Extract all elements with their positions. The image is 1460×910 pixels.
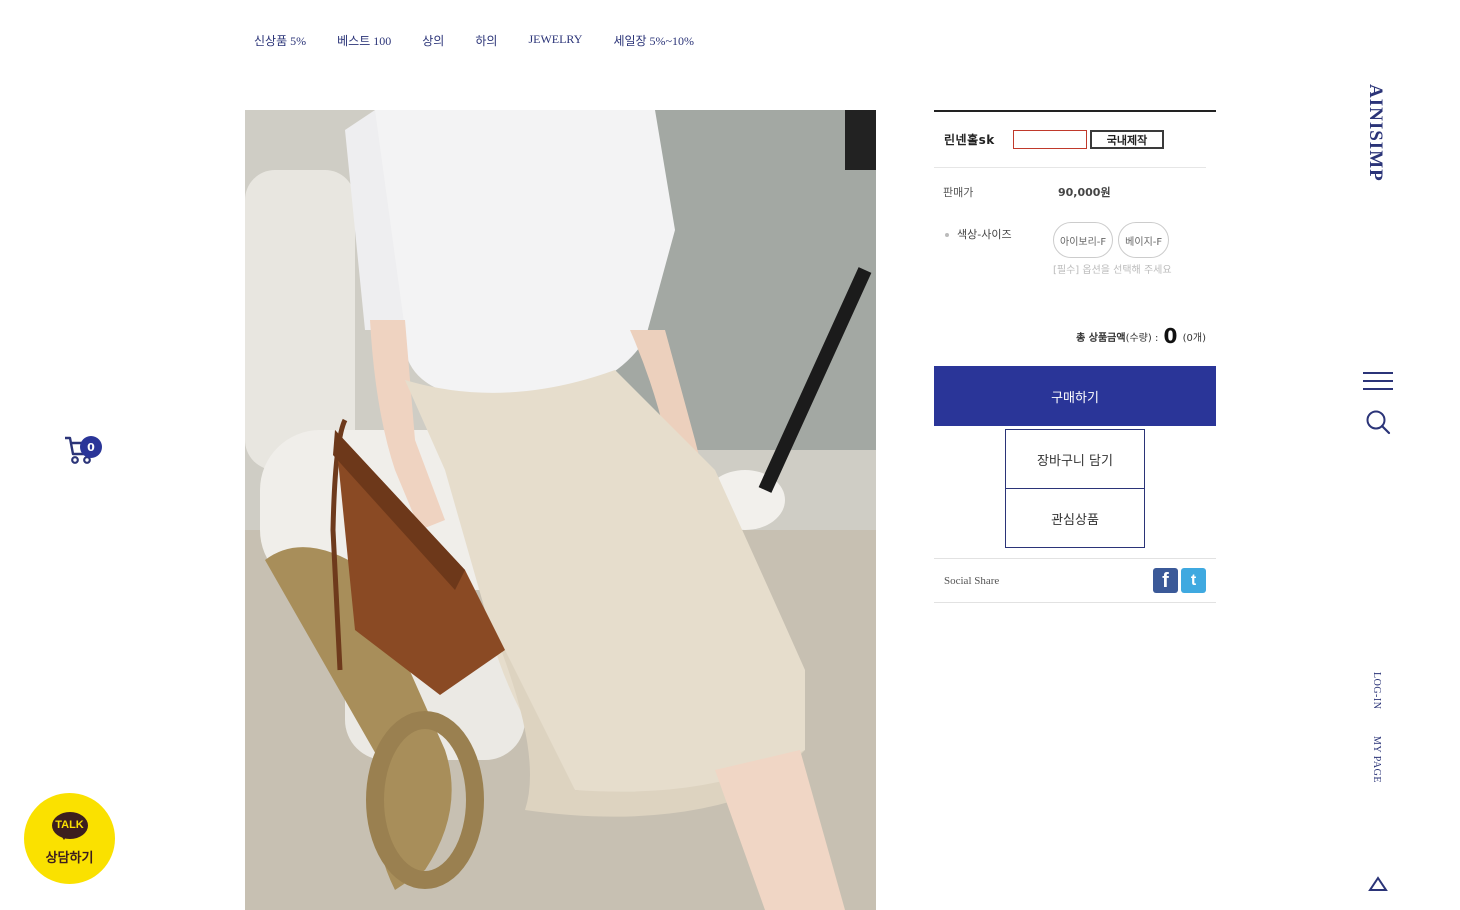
talk-bubble-icon: TALK: [51, 811, 88, 840]
buy-now-button[interactable]: 구매하기: [934, 366, 1216, 426]
empty-badge: [1013, 130, 1087, 149]
product-name: 린넨홀sk: [944, 133, 995, 147]
nav-item-sale[interactable]: 세일장 5%~10%: [613, 32, 694, 49]
total-count: (0개): [1182, 333, 1206, 344]
wishlist-button[interactable]: 관심상품: [1005, 488, 1145, 548]
nav-item-jewelry[interactable]: JEWELRY: [528, 32, 582, 49]
made-in-korea-badge: 국내제작: [1090, 130, 1164, 149]
mypage-link[interactable]: MY PAGE: [1371, 736, 1382, 783]
option-hint: [필수] 옵션을 선택해 주세요: [1053, 265, 1172, 276]
price-label: 판매가: [943, 186, 974, 199]
product-title-row: 린넨홀sk 국내제작: [934, 112, 1206, 168]
login-link[interactable]: LOG-IN: [1371, 672, 1382, 709]
facebook-icon[interactable]: f: [1153, 568, 1178, 593]
top-nav: 신상품 5% 베스트 100 상의 하의 JEWELRY 세일장 5%~10%: [254, 32, 725, 49]
total-value: 0: [1163, 324, 1178, 348]
share-icons: f t: [1153, 568, 1206, 593]
option-list: 아이보리-F 베이지-F: [1053, 222, 1170, 258]
twitter-icon[interactable]: t: [1181, 568, 1206, 593]
brand-logo[interactable]: AINISIMP: [1364, 84, 1386, 182]
option-row: 색상-사이즈 아이보리-F 베이지-F: [934, 222, 1216, 258]
social-share-label: Social Share: [944, 574, 1000, 587]
talk-label: 상담하기: [45, 850, 94, 866]
total-label: 총 상품금액: [1076, 333, 1126, 344]
option-ivory[interactable]: 아이보리-F: [1053, 222, 1114, 258]
nav-item-new[interactable]: 신상품 5%: [254, 32, 306, 49]
price-value: 90,000원: [1058, 186, 1111, 199]
product-info-panel: 린넨홀sk 국내제작 판매가 90,000원 색상-사이즈 아이보리-F 베이지…: [934, 110, 1216, 603]
add-to-cart-button[interactable]: 장바구니 담기: [1005, 429, 1145, 489]
hamburger-icon[interactable]: [1363, 372, 1393, 392]
option-beige[interactable]: 베이지-F: [1118, 222, 1170, 258]
nav-item-tops[interactable]: 상의: [422, 32, 444, 49]
social-share: Social Share f t: [934, 558, 1216, 603]
kakao-talk-button[interactable]: TALK 상담하기: [24, 793, 115, 884]
nav-item-bottoms[interactable]: 하의: [475, 32, 497, 49]
total-price: 총 상품금액(수량) : 0 (0개): [934, 324, 1216, 348]
cart-count-badge: 0: [80, 436, 102, 458]
price-row: 판매가 90,000원: [934, 168, 1216, 216]
search-icon[interactable]: [1365, 409, 1391, 439]
option-label: 색상-사이즈: [945, 222, 1053, 258]
nav-item-best[interactable]: 베스트 100: [337, 32, 391, 49]
product-image: [245, 110, 876, 910]
scroll-top-icon[interactable]: [1368, 876, 1388, 896]
total-qty-label: (수량) :: [1125, 333, 1159, 344]
